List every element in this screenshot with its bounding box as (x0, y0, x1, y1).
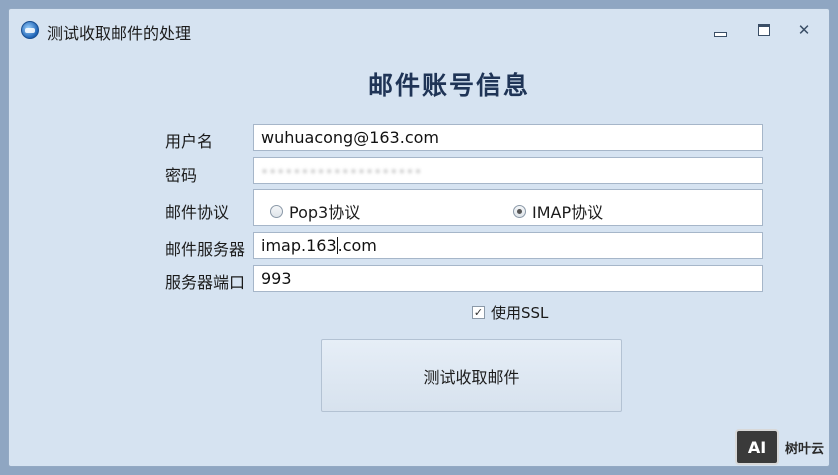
maximize-icon (758, 24, 770, 36)
test-receive-button[interactable]: 测试收取邮件 (321, 339, 622, 412)
radio-pop3-label: Pop3协议 (289, 203, 361, 222)
radio-imap[interactable]: IMAP协议 (513, 199, 603, 223)
server-field[interactable]: imap.163.com (253, 232, 763, 259)
ssl-label: 使用SSL (491, 304, 549, 322)
server-value-end: .com (337, 236, 377, 255)
server-value-start: imap.163 (261, 236, 337, 255)
protocol-group: Pop3协议 IMAP协议 (253, 189, 763, 226)
title-bar[interactable]: 测试收取邮件的处理 ✕ (9, 9, 829, 47)
password-field[interactable]: •••••••••••••••••••• (253, 157, 763, 184)
username-field[interactable]: wuhuacong@163.com (253, 124, 763, 151)
password-label: 密码 (165, 166, 198, 185)
minimize-button[interactable] (707, 19, 733, 41)
ssl-check-icon: ✓ (472, 306, 485, 319)
window-title: 测试收取邮件的处理 (47, 24, 192, 43)
form-heading: 邮件账号信息 (367, 71, 530, 100)
test-receive-button-label: 测试收取邮件 (423, 367, 520, 387)
app-globe-icon (21, 21, 39, 39)
server-label: 邮件服务器 (165, 240, 246, 259)
radio-pop3-circle (270, 204, 283, 218)
protocol-label: 邮件协议 (165, 203, 230, 222)
port-field[interactable]: 993 (253, 265, 763, 292)
username-value: wuhuacong@163.com (261, 128, 439, 147)
username-label: 用户名 (165, 132, 214, 151)
close-icon: ✕ (797, 21, 811, 39)
radio-pop3[interactable]: Pop3协议 (270, 199, 360, 223)
maximize-button[interactable] (751, 19, 777, 41)
watermark-logo: AI (735, 429, 779, 465)
port-label: 服务器端口 (165, 273, 246, 292)
radio-imap-label: IMAP协议 (532, 203, 604, 222)
close-button[interactable]: ✕ (791, 19, 817, 41)
watermark: AI 树叶云 (735, 429, 824, 465)
minimize-icon (713, 31, 727, 37)
password-value: •••••••••••••••••••• (261, 165, 423, 179)
ssl-checkbox[interactable]: ✓ 使用SSL (472, 302, 548, 323)
radio-imap-circle (513, 204, 526, 218)
port-value: 993 (261, 269, 292, 288)
watermark-text: 树叶云 (785, 441, 825, 457)
